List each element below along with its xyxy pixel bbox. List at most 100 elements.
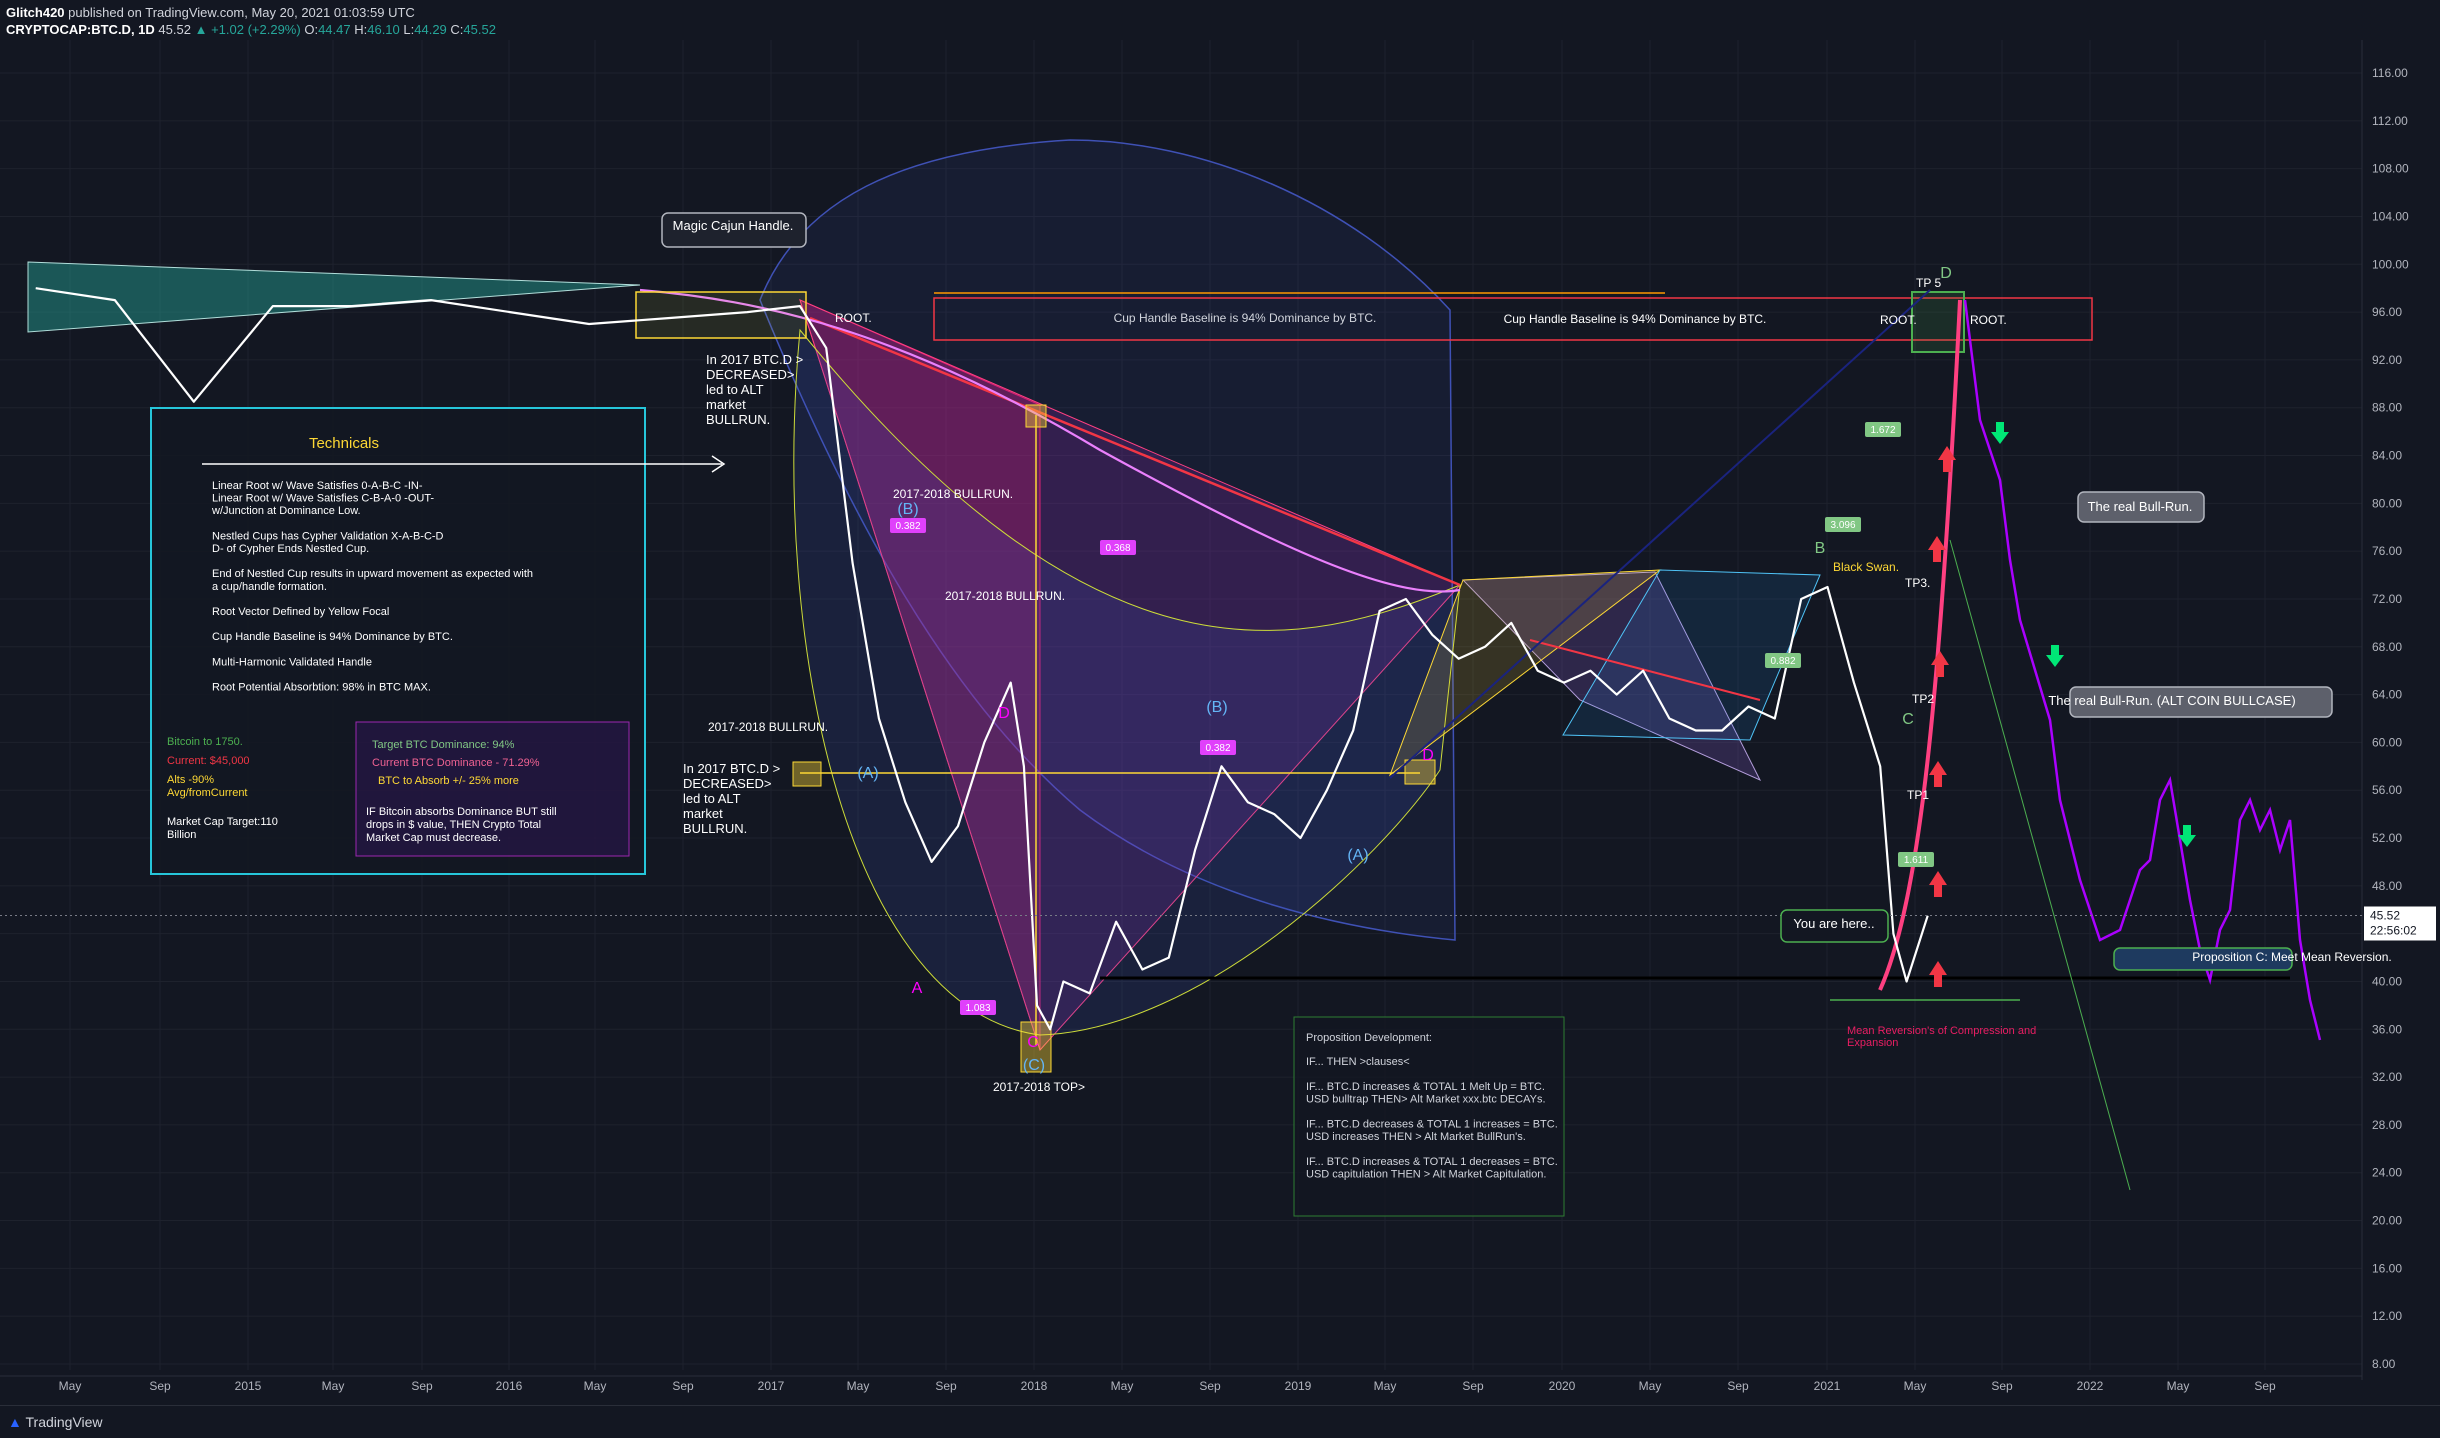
pattern-point: D (1940, 265, 1952, 282)
x-tick-label: Sep (672, 1379, 694, 1393)
proposition-line: USD bulltrap THEN> Alt Market xxx.btc DE… (1306, 1094, 1546, 1106)
proposition-line: IF... THEN >clauses< (1306, 1056, 1410, 1068)
annotation-text: The real Bull-Run. (ALT COIN BULLCASE) (2048, 693, 2295, 708)
technicals-right-item: BTC to Absorb +/- 25% more (378, 775, 519, 787)
pattern-point: D (998, 705, 1010, 722)
annotation-text: Cup Handle Baseline is 94% Dominance by … (1504, 312, 1767, 326)
tv-logo-icon: ▲ (8, 1414, 22, 1430)
fib-label: 0.382 (895, 521, 920, 532)
y-tick-label: 72.00 (2372, 592, 2402, 606)
y-tick-label: 28.00 (2372, 1118, 2402, 1132)
annotation-text: 2017-2018 TOP> (993, 1080, 1085, 1094)
y-tick-label: 92.00 (2372, 353, 2402, 367)
fib-label: 1.672 (1870, 425, 1895, 436)
y-tick-label: 32.00 (2372, 1070, 2402, 1084)
y-tick-label: 20.00 (2372, 1214, 2402, 1228)
y-tick-label: 116.00 (2372, 66, 2408, 80)
technicals-line: Cup Handle Baseline is 94% Dominance by … (212, 631, 453, 643)
countdown-value: 22:56:02 (2370, 923, 2417, 937)
y-tick-label: 64.00 (2372, 688, 2402, 702)
annotation-text: ROOT. (1970, 313, 2007, 327)
annotation-text: TP3. (1905, 576, 1930, 590)
annotation-text: Black Swan. (1833, 560, 1899, 574)
x-tick-label: Sep (935, 1379, 957, 1393)
annotation-text: TP2 (1912, 692, 1934, 706)
y-tick-label: 108.00 (2372, 162, 2409, 176)
annotation-text: ROOT. (835, 311, 872, 325)
y-tick-label: 36.00 (2372, 1022, 2402, 1036)
x-tick-label: May (584, 1379, 607, 1393)
annotation-text: ROOT. (1880, 313, 1917, 327)
pattern-point: A (912, 980, 923, 997)
low-value: 44.29 (414, 22, 447, 37)
technicals-left-item: Billion (167, 829, 196, 841)
y-tick-label: 100.00 (2372, 257, 2409, 271)
high-label: H: (354, 22, 368, 37)
annotation-text: The real Bull-Run. (2088, 499, 2193, 514)
fib-label: 0.368 (1105, 543, 1130, 554)
technicals-line: a cup/handle formation. (212, 581, 327, 593)
x-tick-label: May (1111, 1379, 1134, 1393)
annotation-text: 2017-2018 BULLRUN. (945, 589, 1065, 603)
technicals-left-item: Market Cap Target:110 (167, 816, 278, 828)
chart-header: Glitch420 published on TradingView.com, … (6, 4, 496, 38)
pattern-point: C (1027, 1034, 1039, 1051)
y-tick-label: 12.00 (2372, 1309, 2402, 1323)
fib-label: 3.096 (1830, 520, 1855, 531)
annotation-text: You are here.. (1793, 916, 1874, 931)
last-price: 45.52 (158, 22, 191, 37)
published-text: published on TradingView.com, May 20, 20… (68, 5, 415, 20)
x-tick-label: May (1904, 1379, 1927, 1393)
technicals-right-item: drops in $ value, THEN Crypto Total (366, 819, 541, 831)
y-tick-label: 80.00 (2372, 496, 2402, 510)
y-tick-label: 68.00 (2372, 640, 2402, 654)
fib-label: 1.611 (1904, 855, 1929, 866)
pattern-point: C (1902, 711, 1914, 728)
pattern-point: (C) (1023, 1057, 1045, 1074)
pattern-point: (B) (897, 501, 918, 518)
proposition-line: USD capitulation THEN > Alt Market Capit… (1306, 1169, 1546, 1181)
x-tick-label: May (2167, 1379, 2190, 1393)
author-name[interactable]: Glitch420 (6, 5, 65, 20)
x-tick-label: Sep (1199, 1379, 1221, 1393)
close-label: C: (450, 22, 464, 37)
y-tick-label: 96.00 (2372, 305, 2402, 319)
technicals-line: Root Vector Defined by Yellow Focal (212, 606, 389, 618)
technicals-right-item: IF Bitcoin absorbs Dominance BUT still (366, 806, 557, 818)
technicals-line: End of Nestled Cup results in upward mov… (212, 568, 533, 580)
x-tick-label: 2022 (2077, 1379, 2104, 1393)
y-tick-label: 52.00 (2372, 831, 2402, 845)
pattern-point: (A) (857, 765, 878, 782)
proposition-line: IF... BTC.D increases & TOTAL 1 Melt Up … (1306, 1081, 1545, 1093)
proposition-title: Proposition Development: (1306, 1032, 1432, 1044)
x-tick-label: May (847, 1379, 870, 1393)
pattern-point: D (1422, 747, 1434, 764)
x-tick-label: 2015 (235, 1379, 262, 1393)
tradingview-brand: TradingView (25, 1414, 103, 1430)
annotation-text: Cup Handle Baseline is 94% Dominance by … (1114, 311, 1377, 325)
technicals-right-item: Market Cap must decrease. (366, 832, 501, 844)
y-tick-label: 40.00 (2372, 974, 2402, 988)
pattern-point: B (1815, 540, 1826, 557)
y-tick-label: 112.00 (2372, 114, 2408, 128)
open-label: O: (304, 22, 319, 37)
fib-label: 0.382 (1205, 743, 1230, 754)
y-tick-label: 8.00 (2372, 1357, 2396, 1371)
x-tick-label: Sep (149, 1379, 171, 1393)
high-value: 46.10 (367, 22, 400, 37)
x-tick-label: Sep (1727, 1379, 1749, 1393)
x-tick-label: May (1374, 1379, 1397, 1393)
technicals-line: Nestled Cups has Cypher Validation X-A-B… (212, 530, 444, 542)
y-tick-label: 76.00 (2372, 544, 2402, 558)
close-value: 45.52 (463, 22, 496, 37)
technicals-line: Multi-Harmonic Validated Handle (212, 656, 372, 668)
tradingview-logo[interactable]: ▲ TradingView (8, 1414, 103, 1430)
x-tick-label: Sep (1462, 1379, 1484, 1393)
y-tick-label: 84.00 (2372, 449, 2402, 463)
symbol-label[interactable]: CRYPTOCAP:BTC.D, 1D (6, 22, 155, 37)
x-tick-label: 2021 (1814, 1379, 1841, 1393)
annotation-text: 2017-2018 BULLRUN. (708, 720, 828, 734)
chart-canvas[interactable]: 116.00 112.00 108.00 104.00 100.00 96.00 92.00… (0, 0, 2440, 1405)
technicals-left-item: Alts -90% (167, 774, 214, 786)
y-tick-label: 24.00 (2372, 1166, 2402, 1180)
